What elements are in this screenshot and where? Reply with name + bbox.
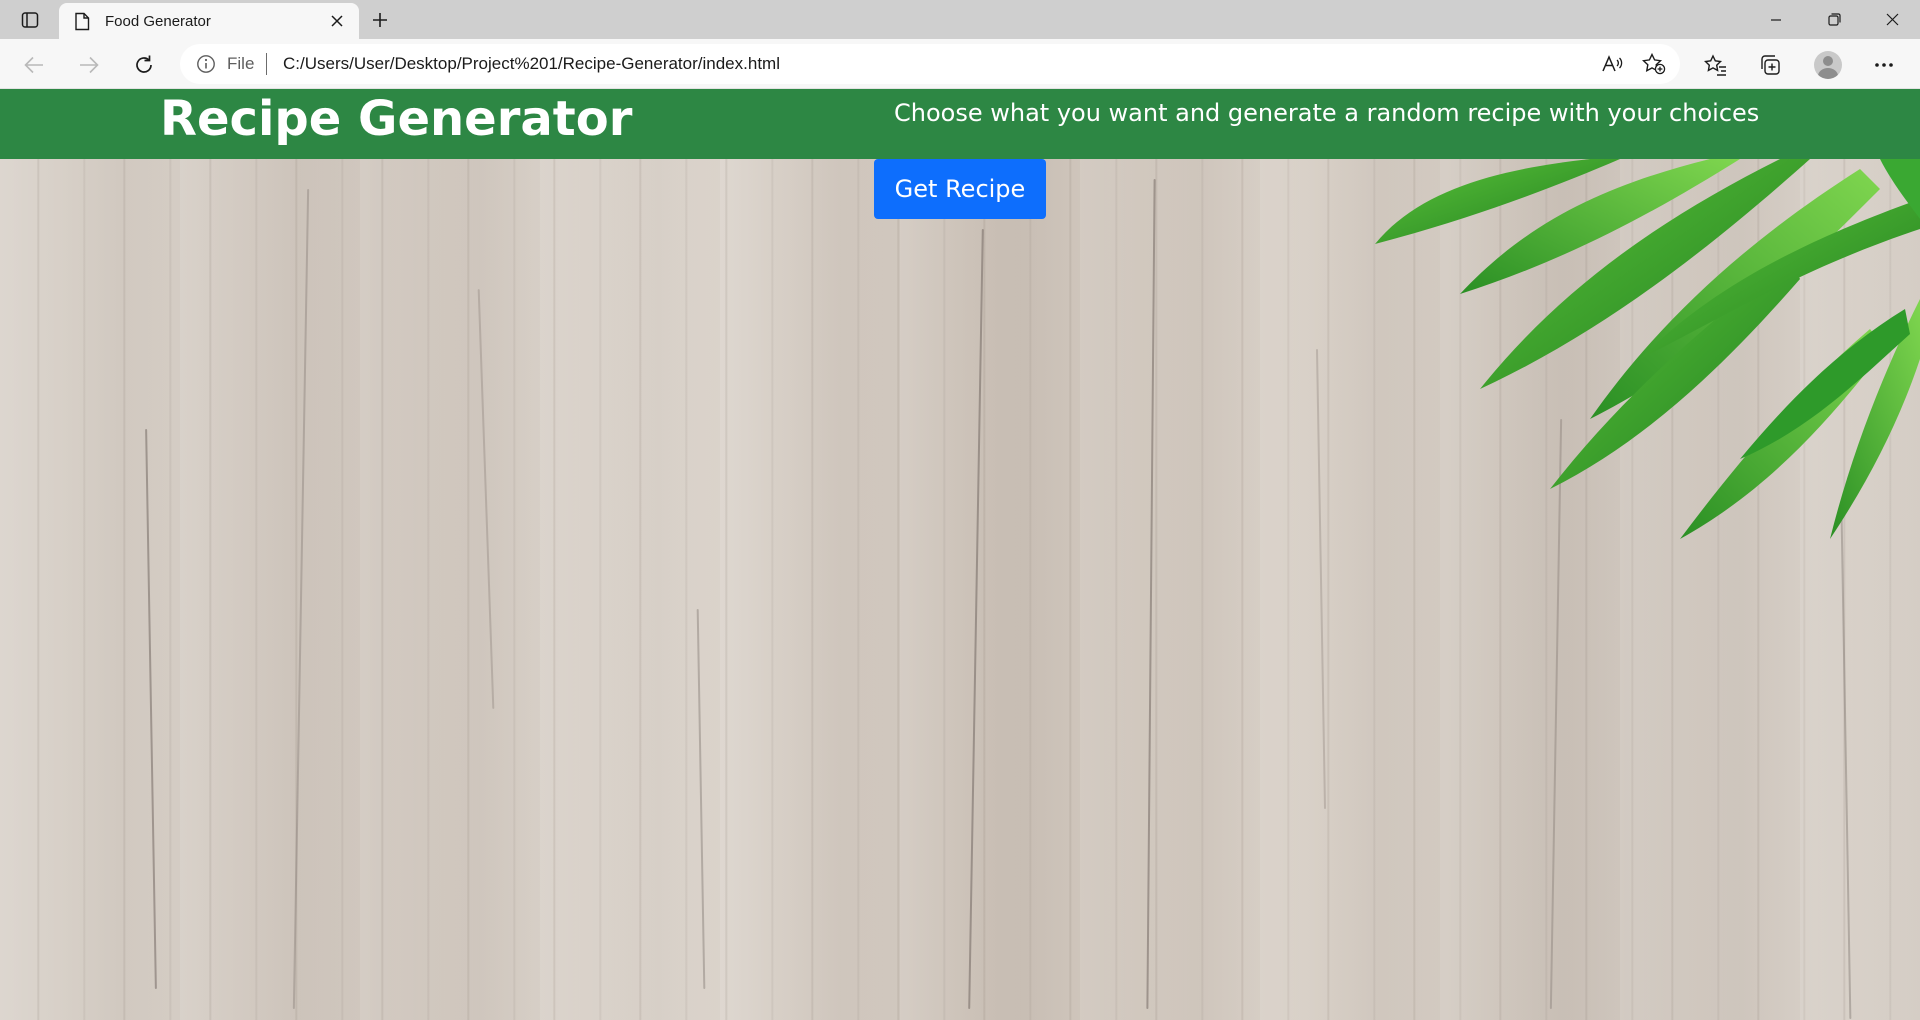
forward-icon — [80, 56, 99, 74]
collections-button[interactable] — [1754, 49, 1786, 81]
refresh-button[interactable] — [128, 49, 160, 81]
add-favorite-icon — [1642, 53, 1666, 75]
page-viewport: Recipe Generator Choose what you want an… — [0, 89, 1920, 1020]
site-header: Recipe Generator Choose what you want an… — [0, 89, 1920, 159]
get-recipe-button[interactable]: Get Recipe — [874, 159, 1046, 219]
tab-actions-button[interactable] — [14, 6, 46, 34]
close-icon — [331, 15, 343, 27]
close-window-button[interactable] — [1864, 0, 1920, 39]
restore-button[interactable] — [1806, 0, 1862, 39]
read-aloud-button[interactable] — [1598, 50, 1626, 78]
leaves-image — [1375, 159, 1920, 539]
restore-icon — [1827, 13, 1841, 26]
back-button[interactable] — [18, 49, 50, 81]
back-icon — [24, 56, 43, 74]
collections-icon — [1761, 55, 1780, 75]
browser-toolbar: File C:/Users/User/Desktop/Project%201/R… — [0, 39, 1920, 89]
browser-tab[interactable]: Food Generator — [59, 3, 359, 39]
read-aloud-icon — [1602, 55, 1623, 72]
page-title: Recipe Generator — [160, 91, 633, 147]
tab-title: Food Generator — [105, 12, 211, 30]
tab-strip: Food Generator — [0, 0, 1920, 39]
close-tab-button[interactable] — [325, 9, 349, 33]
sidebar-icon — [21, 12, 39, 28]
page-tagline: Choose what you want and generate a rand… — [894, 99, 1760, 127]
plus-icon — [373, 13, 387, 27]
favorites-icon — [1704, 54, 1726, 76]
refresh-icon — [136, 55, 152, 73]
more-icon — [1875, 63, 1893, 67]
address-prefix: File — [227, 54, 255, 73]
minimize-icon — [1771, 18, 1781, 21]
profile-button[interactable] — [1812, 49, 1844, 81]
forward-button[interactable] — [73, 49, 105, 81]
page-icon — [73, 11, 91, 31]
new-tab-button[interactable] — [366, 6, 394, 34]
settings-menu-button[interactable] — [1868, 49, 1900, 81]
minimize-button[interactable] — [1748, 0, 1804, 39]
address-url[interactable]: C:/Users/User/Desktop/Project%201/Recipe… — [283, 54, 780, 74]
close-window-icon — [1886, 13, 1898, 26]
address-separator — [266, 53, 267, 75]
favorites-button[interactable] — [1700, 49, 1732, 81]
avatar — [1814, 51, 1842, 79]
address-bar[interactable]: File C:/Users/User/Desktop/Project%201/R… — [180, 44, 1680, 84]
add-favorite-button[interactable] — [1640, 50, 1668, 78]
info-icon[interactable] — [196, 54, 216, 74]
